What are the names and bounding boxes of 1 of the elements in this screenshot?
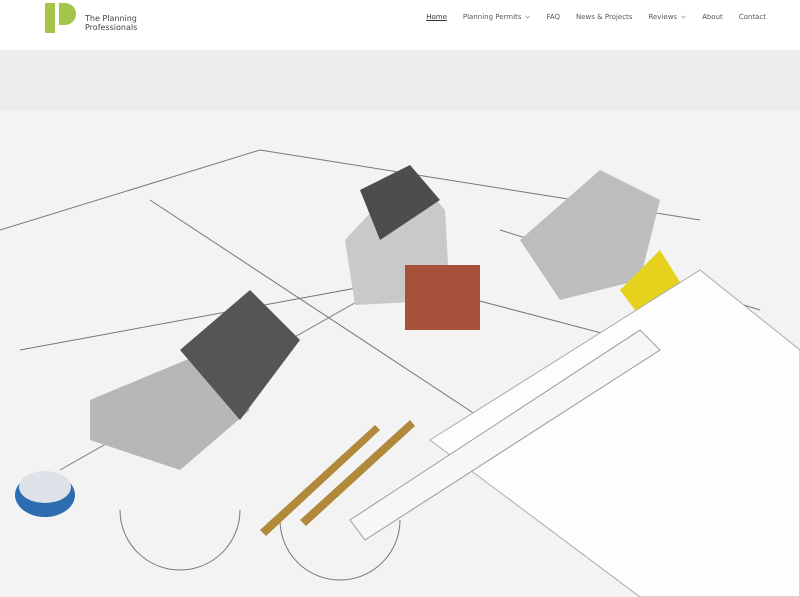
logo-text: The Planning Professionals bbox=[85, 13, 138, 32]
